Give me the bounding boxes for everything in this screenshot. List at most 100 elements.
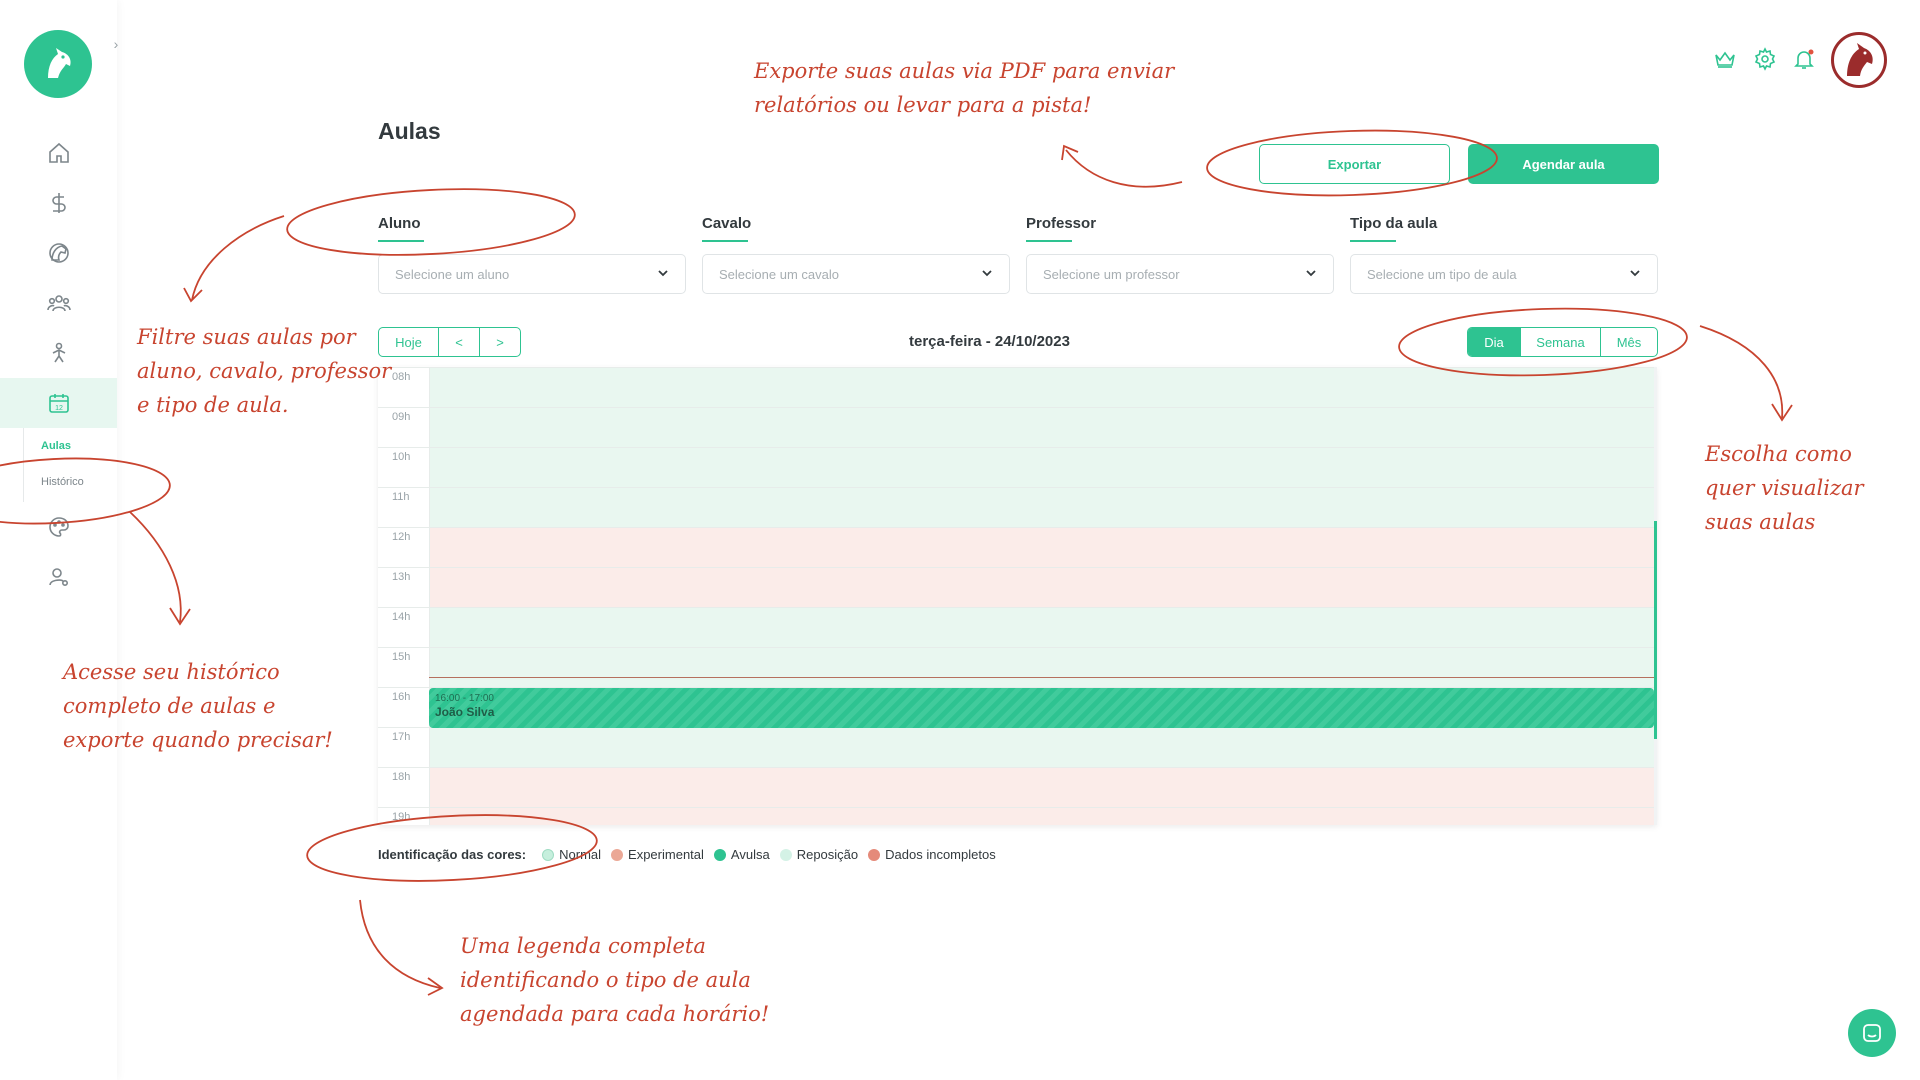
- annotation-export: Exporte suas aulas via PDF para enviar r…: [754, 54, 1174, 122]
- schedule-class-button[interactable]: Agendar aula: [1468, 144, 1659, 184]
- avatar[interactable]: [1831, 32, 1887, 88]
- dollar-icon[interactable]: [0, 178, 117, 228]
- hour-slot[interactable]: [429, 768, 1654, 808]
- bell-icon[interactable]: [1791, 46, 1817, 72]
- hour-slot[interactable]: [429, 728, 1654, 768]
- home-icon[interactable]: [0, 128, 117, 178]
- users-icon[interactable]: [0, 278, 117, 328]
- legend-label: Avulsa: [730, 847, 770, 862]
- calendar-hour-row[interactable]: 18h: [378, 767, 1654, 808]
- teacher-select-placeholder: Selecione um professor: [1043, 267, 1180, 282]
- export-button[interactable]: Exportar: [1259, 144, 1450, 184]
- annotation-filter: Filtre suas aulas por aluno, cavalo, pro…: [137, 320, 391, 422]
- day-calendar[interactable]: 08h 09h 10h 11h 12h 13h 14h 15h 16h 17h 18h 19h 16:…: [378, 367, 1657, 825]
- calendar-hour-row[interactable]: 09h: [378, 407, 1654, 448]
- hour-label: 13h: [392, 571, 411, 583]
- chevron-down-icon: [658, 270, 668, 277]
- chevron-right-icon[interactable]: ›: [108, 36, 124, 52]
- calendar-hour-row[interactable]: 17h: [378, 727, 1654, 768]
- sub-navigation: Aulas Histórico: [23, 428, 117, 502]
- view-week-button[interactable]: Semana: [1521, 328, 1601, 356]
- calendar-scrollbar[interactable]: [1654, 367, 1657, 825]
- chevron-down-icon: [1630, 270, 1640, 277]
- chat-support-button[interactable]: [1848, 1009, 1896, 1057]
- prev-day-button[interactable]: <: [439, 328, 480, 356]
- hour-label: 16h: [392, 691, 411, 703]
- legend-dot: [542, 848, 555, 861]
- hour-label: 15h: [392, 651, 411, 663]
- calendar-hour-row[interactable]: 14h: [378, 607, 1654, 648]
- legend-label: Dados incompletos: [885, 847, 996, 862]
- class-event[interactable]: 16:00 - 17:00 João Silva: [429, 688, 1654, 728]
- horse-head-icon[interactable]: [0, 228, 117, 278]
- legend-dot: [868, 848, 881, 861]
- annotation-view: Escolha como quer visualizar suas aulas: [1705, 437, 1864, 539]
- page-title: Aulas: [378, 118, 441, 144]
- hour-slot[interactable]: [429, 528, 1654, 568]
- hour-slot[interactable]: [429, 608, 1654, 648]
- hour-slot[interactable]: [429, 448, 1654, 488]
- calendar-icon[interactable]: 12: [0, 378, 117, 428]
- hour-label: 09h: [392, 411, 411, 423]
- rider-icon[interactable]: [0, 328, 117, 378]
- hour-slot[interactable]: [429, 808, 1654, 825]
- sub-nav-aulas[interactable]: Aulas: [41, 440, 71, 452]
- sub-nav-historico[interactable]: Histórico: [41, 476, 84, 488]
- hour-label: 08h: [392, 371, 411, 383]
- student-select-placeholder: Selecione um aluno: [395, 267, 510, 282]
- legend-item-normal: Normal: [542, 847, 601, 862]
- annotation-line: quer visualizar: [1705, 476, 1864, 500]
- teacher-select[interactable]: Selecione um professor: [1026, 254, 1334, 294]
- horse-select[interactable]: Selecione um cavalo: [702, 254, 1010, 294]
- legend-item-reposicao: Reposição: [779, 847, 858, 862]
- next-day-button[interactable]: >: [480, 328, 520, 356]
- date-navigation: Hoje < >: [378, 327, 521, 357]
- calendar-hour-row[interactable]: 08h: [378, 367, 1654, 408]
- view-day-button[interactable]: Dia: [1468, 328, 1521, 356]
- annotation-legend: Uma legenda completa identificando o tip…: [460, 929, 769, 1031]
- annotation-history: Acesse seu histórico completo de aulas e…: [63, 655, 333, 757]
- legend-label: Normal: [559, 847, 602, 862]
- event-student-name: João Silva: [435, 705, 495, 719]
- legend-item-experimental: Experimental: [611, 847, 704, 862]
- palette-icon[interactable]: [0, 502, 117, 552]
- hour-slot[interactable]: [429, 648, 1654, 688]
- filter-label-professor: Professor: [1026, 215, 1097, 242]
- svg-text:12: 12: [55, 405, 63, 412]
- annotation-line: Filtre suas aulas por: [137, 325, 356, 349]
- current-date: terça-feira - 24/10/2023: [909, 333, 1070, 350]
- scrollbar-thumb[interactable]: [1654, 521, 1657, 739]
- crown-icon[interactable]: [1712, 46, 1738, 72]
- hour-slot[interactable]: [429, 568, 1654, 608]
- hour-label: 10h: [392, 451, 411, 463]
- calendar-hour-row[interactable]: 19h: [378, 807, 1654, 825]
- legend-dot: [713, 848, 726, 861]
- calendar-hour-row[interactable]: 11h: [378, 487, 1654, 528]
- calendar-hour-row[interactable]: 10h: [378, 447, 1654, 488]
- hour-label: 17h: [392, 731, 411, 743]
- calendar-hour-row[interactable]: 12h: [378, 527, 1654, 568]
- annotation-line: identificando o tipo de aula: [460, 968, 751, 992]
- event-time: 16:00 - 17:00: [435, 693, 494, 704]
- hour-slot[interactable]: [429, 408, 1654, 448]
- student-select[interactable]: Selecione um aluno: [378, 254, 686, 294]
- hour-slot[interactable]: [429, 368, 1654, 408]
- class-type-select[interactable]: Selecione um tipo de aula: [1350, 254, 1658, 294]
- annotation-line: Exporte suas aulas via PDF para enviar: [754, 59, 1175, 83]
- gear-icon[interactable]: [1752, 46, 1778, 72]
- legend-label: Experimental: [628, 847, 704, 862]
- annotation-line: agendada para cada horário!: [460, 1002, 770, 1026]
- current-time-line: [429, 677, 1654, 678]
- horse-logo-icon[interactable]: [24, 30, 92, 98]
- hour-slot[interactable]: [429, 488, 1654, 528]
- view-month-button[interactable]: Mês: [1601, 328, 1657, 356]
- sidebar: › 12 Aulas Histórico: [0, 0, 118, 1080]
- annotation-line: Acesse seu histórico: [63, 660, 280, 684]
- hour-label: 11h: [392, 491, 410, 503]
- annotation-line: aluno, cavalo, professor: [137, 359, 392, 383]
- calendar-hour-row[interactable]: 15h: [378, 647, 1654, 688]
- calendar-hour-row[interactable]: 13h: [378, 567, 1654, 608]
- user-settings-icon[interactable]: [0, 552, 117, 602]
- view-mode-toggle: Dia Semana Mês: [1467, 327, 1658, 357]
- annotation-line: suas aulas: [1705, 510, 1816, 534]
